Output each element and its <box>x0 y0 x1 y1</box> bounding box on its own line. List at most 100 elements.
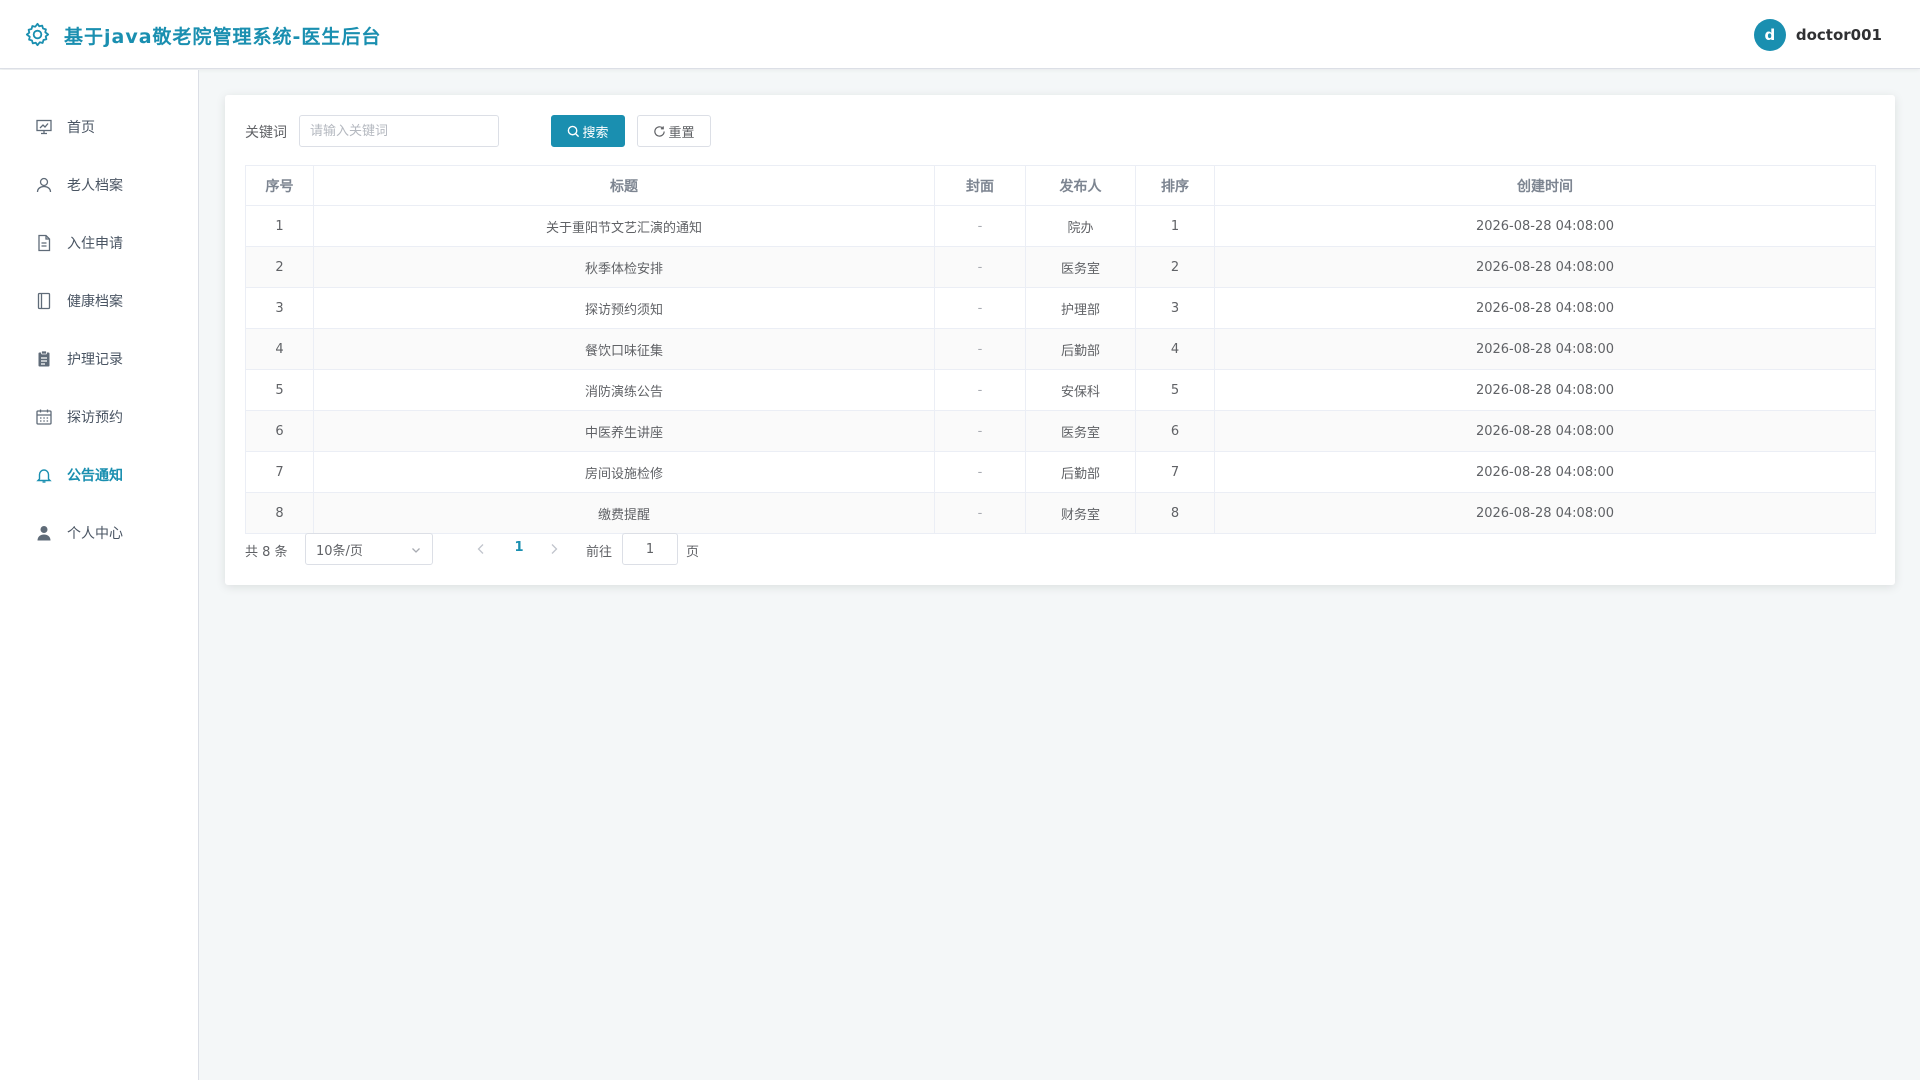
sidebar-item-label: 护理记录 <box>67 352 123 368</box>
goto-label: 前往 <box>586 545 613 560</box>
chevron-left-icon[interactable] <box>473 541 489 557</box>
cell-sort: 7 <box>1135 451 1215 493</box>
cell-sort: 6 <box>1135 410 1215 452</box>
cell-publisher: 院办 <box>1025 205 1136 247</box>
cell-cover: - <box>934 287 1026 329</box>
sidebar-item-label: 老人档案 <box>67 178 123 194</box>
cell-publisher: 安保科 <box>1025 369 1136 411</box>
table-row[interactable]: 5 消防演练公告 - 安保科 5 2026-08-28 04:08:00 <box>245 369 1876 411</box>
column-header-index[interactable]: 序号 <box>245 165 314 206</box>
clipboard-icon <box>38 350 50 367</box>
cell-sort: 4 <box>1135 328 1215 370</box>
table-row[interactable]: 3 探访预约须知 - 护理部 3 2026-08-28 04:08:00 <box>245 287 1876 329</box>
cell-cover: - <box>934 246 1026 288</box>
cell-title: 探访预约须知 <box>313 287 935 329</box>
table-row[interactable]: 6 中医养生讲座 - 医务室 6 2026-08-28 04:08:00 <box>245 410 1876 452</box>
cell-sort: 1 <box>1135 205 1215 247</box>
cell-created-at: 2026-08-28 04:08:00 <box>1214 246 1876 288</box>
table-row[interactable]: 8 缴费提醒 - 财务室 8 2026-08-28 04:08:00 <box>245 492 1876 534</box>
sidebar-item-label: 个人中心 <box>67 526 123 542</box>
user-outline-icon <box>36 177 52 193</box>
page-size-value: 10条/页 <box>316 543 363 559</box>
cell-index: 5 <box>245 369 314 411</box>
cell-title: 中医养生讲座 <box>313 410 935 452</box>
page-number-current[interactable]: 1 <box>509 540 529 555</box>
announcement-table: 序号 标题 封面 发布人 排序 创建时间 1 关于重阳节文艺汇演的通知 - 院办… <box>245 165 1876 534</box>
cell-publisher: 财务室 <box>1025 492 1136 534</box>
user-filled-icon <box>37 526 51 541</box>
content-card: 关键词 搜索 重置 序号 标题 封面 发布人 排序 <box>225 95 1895 585</box>
cell-title: 关于重阳节文艺汇演的通知 <box>313 205 935 247</box>
cell-sort: 2 <box>1135 246 1215 288</box>
bell-icon <box>36 469 52 483</box>
cell-cover: - <box>934 451 1026 493</box>
sidebar-item-announcements[interactable]: 公告通知 <box>0 446 199 504</box>
sidebar-item-label: 公告通知 <box>67 468 123 484</box>
gear-icon <box>25 22 50 47</box>
calendar-icon <box>36 409 52 425</box>
chevron-right-icon[interactable] <box>546 541 562 557</box>
avatar[interactable]: d <box>1753 19 1786 51</box>
cell-created-at: 2026-08-28 04:08:00 <box>1214 492 1876 534</box>
cell-cover: - <box>934 205 1026 247</box>
cell-title: 秋季体检安排 <box>313 246 935 288</box>
column-header-publisher[interactable]: 发布人 <box>1025 165 1136 206</box>
sidebar-item-visit-booking[interactable]: 探访预约 <box>0 388 199 446</box>
sidebar-item-elder-profiles[interactable]: 老人档案 <box>0 156 199 214</box>
cell-index: 2 <box>245 246 314 288</box>
cell-index: 7 <box>245 451 314 493</box>
username[interactable]: doctor001 <box>1796 26 1882 44</box>
sidebar-item-admission[interactable]: 入住申请 <box>0 214 199 272</box>
chevron-down-icon <box>412 548 420 553</box>
table-row[interactable]: 2 秋季体检安排 - 医务室 2 2026-08-28 04:08:00 <box>245 246 1876 288</box>
sidebar-item-label: 健康档案 <box>67 294 123 310</box>
sidebar-item-label: 入住申请 <box>67 236 123 252</box>
app-title: 基于java敬老院管理系统-医生后台 <box>64 26 382 48</box>
sidebar-item-label: 首页 <box>67 120 95 136</box>
reset-button-label: 重置 <box>668 125 695 141</box>
cell-index: 8 <box>245 492 314 534</box>
refresh-icon <box>654 125 666 137</box>
total-count: 共 8 条 <box>245 545 288 560</box>
column-header-created-at[interactable]: 创建时间 <box>1214 165 1876 206</box>
sidebar-item-health-records[interactable]: 健康档案 <box>0 272 199 330</box>
cell-index: 4 <box>245 328 314 370</box>
cell-publisher: 后勤部 <box>1025 328 1136 370</box>
sidebar-item-care-records[interactable]: 护理记录 <box>0 330 199 388</box>
table-row[interactable]: 4 餐饮口味征集 - 后勤部 4 2026-08-28 04:08:00 <box>245 328 1876 370</box>
column-header-cover[interactable]: 封面 <box>934 165 1026 206</box>
document-icon <box>38 234 51 252</box>
cell-publisher: 后勤部 <box>1025 451 1136 493</box>
sidebar-item-label: 探访预约 <box>67 410 123 426</box>
cell-sort: 8 <box>1135 492 1215 534</box>
cell-created-at: 2026-08-28 04:08:00 <box>1214 410 1876 452</box>
table-row[interactable]: 1 关于重阳节文艺汇演的通知 - 院办 1 2026-08-28 04:08:0… <box>245 205 1876 247</box>
column-header-title[interactable]: 标题 <box>313 165 935 206</box>
cell-title: 房间设施检修 <box>313 451 935 493</box>
cell-created-at: 2026-08-28 04:08:00 <box>1214 451 1876 493</box>
user-menu[interactable]: d doctor001 <box>1753 19 1882 51</box>
reset-button[interactable]: 重置 <box>637 115 711 147</box>
sidebar-item-profile[interactable]: 个人中心 <box>0 504 199 562</box>
search-button[interactable]: 搜索 <box>551 115 625 147</box>
page-suffix: 页 <box>686 545 700 560</box>
cell-cover: - <box>934 492 1026 534</box>
table-header-row: 序号 标题 封面 发布人 排序 创建时间 <box>245 165 1876 206</box>
keyword-input[interactable] <box>299 115 499 147</box>
cell-created-at: 2026-08-28 04:08:00 <box>1214 328 1876 370</box>
column-header-sort[interactable]: 排序 <box>1135 165 1215 206</box>
cell-publisher: 医务室 <box>1025 410 1136 452</box>
cell-publisher: 医务室 <box>1025 246 1136 288</box>
cell-index: 1 <box>245 205 314 247</box>
notebook-icon <box>37 292 51 310</box>
cell-cover: - <box>934 369 1026 411</box>
sidebar-item-home[interactable]: 首页 <box>0 98 199 156</box>
goto-page-input[interactable] <box>622 533 678 565</box>
page-size-select[interactable]: 10条/页 <box>305 533 433 565</box>
cell-publisher: 护理部 <box>1025 287 1136 329</box>
table-row[interactable]: 7 房间设施检修 - 后勤部 7 2026-08-28 04:08:00 <box>245 451 1876 493</box>
cell-index: 6 <box>245 410 314 452</box>
cell-sort: 5 <box>1135 369 1215 411</box>
pagination: 共 8 条 10条/页 1 前往 页 <box>245 533 1045 565</box>
search-bar: 关键词 搜索 重置 <box>245 115 945 147</box>
